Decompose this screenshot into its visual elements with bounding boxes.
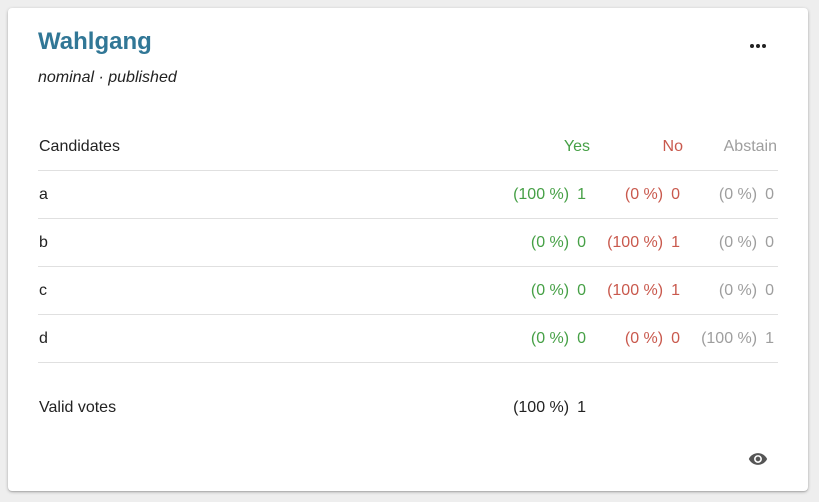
no-result: (100 %) 1 [607, 219, 680, 267]
abstain-count: 1 [765, 330, 774, 347]
header-no: No [662, 138, 683, 155]
table-row: d (0 %) 0 (0 %) 0 (100 %) 1 [38, 315, 778, 363]
eye-icon [748, 453, 768, 465]
no-percent: (100 %) [607, 234, 664, 251]
no-count: 0 [671, 330, 680, 347]
no-count: 1 [671, 234, 680, 251]
abstain-percent: (0 %) [718, 282, 758, 299]
candidate-name: c [39, 282, 47, 299]
yes-percent: (0 %) [530, 234, 570, 251]
abstain-result: (0 %) 0 [719, 171, 774, 219]
no-result: (0 %) 0 [625, 171, 680, 219]
no-result: (0 %) 0 [625, 315, 680, 363]
valid-votes-label: Valid votes [39, 399, 117, 416]
candidate-name: d [39, 330, 48, 347]
candidate-name: a [39, 186, 48, 203]
no-percent: (0 %) [624, 330, 664, 347]
valid-votes-percent: (100 %) [513, 399, 570, 416]
abstain-count: 0 [765, 234, 774, 251]
table-header-row: Candidates Yes No Abstain [38, 123, 778, 171]
no-count: 0 [671, 186, 680, 203]
abstain-count: 0 [765, 186, 774, 203]
yes-count: 0 [577, 234, 586, 251]
poll-subtitle: nominal · published [38, 69, 177, 86]
poll-card: Wahlgang nominal · published Candidates … [8, 8, 808, 491]
valid-votes-row: Valid votes (100 %) 1 [38, 384, 778, 432]
yes-percent: (100 %) [513, 186, 570, 203]
abstain-result: (100 %) 1 [701, 315, 774, 363]
yes-result: (0 %) 0 [531, 315, 586, 363]
header-candidates: Candidates [39, 138, 120, 155]
valid-votes-result: (100 %) 1 [513, 384, 586, 432]
yes-percent: (0 %) [530, 282, 570, 299]
yes-percent: (0 %) [530, 330, 570, 347]
yes-count: 1 [577, 186, 586, 203]
no-count: 1 [671, 282, 680, 299]
yes-result: (0 %) 0 [531, 267, 586, 315]
candidate-name: b [39, 234, 48, 251]
no-percent: (0 %) [624, 186, 664, 203]
no-result: (100 %) 1 [607, 267, 680, 315]
table-row: c (0 %) 0 (100 %) 1 (0 %) 0 [38, 267, 778, 315]
table-row: a (100 %) 1 (0 %) 0 (0 %) 0 [38, 171, 778, 219]
abstain-percent: (0 %) [718, 186, 758, 203]
abstain-result: (0 %) 0 [719, 267, 774, 315]
poll-title[interactable]: Wahlgang [38, 26, 152, 58]
header-abstain: Abstain [723, 138, 777, 155]
no-percent: (100 %) [607, 282, 664, 299]
abstain-count: 0 [765, 282, 774, 299]
header-yes: Yes [563, 138, 590, 155]
abstain-percent: (0 %) [718, 234, 758, 251]
table-row: b (0 %) 0 (100 %) 1 (0 %) 0 [38, 219, 778, 267]
yes-result: (100 %) 1 [513, 171, 586, 219]
more-options-button[interactable] [742, 32, 774, 60]
more-horiz-icon [750, 44, 766, 48]
abstain-percent: (100 %) [701, 330, 758, 347]
valid-votes-count: 1 [577, 399, 586, 416]
yes-result: (0 %) 0 [531, 219, 586, 267]
yes-count: 0 [577, 330, 586, 347]
yes-count: 0 [577, 282, 586, 299]
abstain-result: (0 %) 0 [719, 219, 774, 267]
visibility-button[interactable] [746, 448, 770, 470]
results-table: Candidates Yes No Abstain a (100 %) 1 (0 … [38, 123, 778, 363]
